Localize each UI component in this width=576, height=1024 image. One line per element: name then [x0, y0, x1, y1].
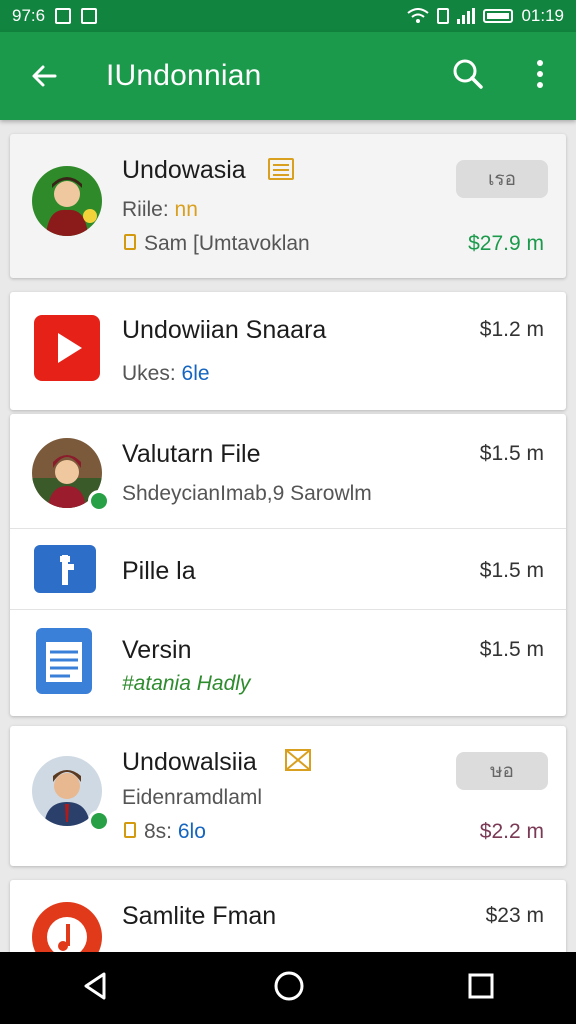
list-card[interactable]: Undowalsiia Eidenramdlaml 8s: 6lo ษอ $2.…: [10, 726, 566, 866]
status-time-right: 01:19: [521, 6, 564, 25]
action-pill-button[interactable]: ษอ: [456, 752, 548, 790]
status-time-left: 97:6: [12, 6, 46, 25]
item-subtitle: Ukes: 6le: [122, 362, 210, 386]
search-icon[interactable]: [448, 54, 488, 94]
back-arrow-icon[interactable]: [0, 32, 88, 120]
lock-icon: [124, 822, 136, 838]
item-price: $1.5 m: [479, 638, 544, 661]
item-subtitle-label: Riile:: [122, 198, 169, 221]
item-name: Undowasia: [122, 156, 246, 184]
item-subtitle-label: Ukes:: [122, 362, 176, 385]
item-detail-value: 6lo: [177, 820, 206, 843]
online-badge-icon: [88, 490, 110, 512]
photo-notification-icon: [81, 8, 98, 24]
document-tag-icon: [268, 158, 294, 180]
item-name: Samlite Fman: [122, 902, 277, 930]
list-item[interactable]: Pille la $1.5 m: [10, 529, 566, 609]
list-item[interactable]: Versin #atania Hadly $1.5 m: [10, 610, 566, 716]
system-navigation-bar: [0, 952, 576, 1024]
lock-icon: [124, 234, 136, 250]
item-detail-label: 8s:: [144, 820, 173, 843]
page-title: IUndonnian: [106, 59, 262, 92]
star-tag-icon: [284, 748, 312, 772]
item-subtitle: Eidenramdlaml: [122, 786, 263, 809]
nav-home-icon[interactable]: [272, 969, 306, 1008]
item-price: $1.2 m: [479, 318, 544, 341]
item-detail: 8s: 6lo: [144, 820, 206, 844]
item-subtitle-value: 6le: [181, 362, 210, 385]
wifi-icon: [407, 8, 430, 23]
item-name: Undowalsiia: [122, 748, 257, 776]
more-vert-icon[interactable]: [522, 54, 558, 94]
item-price: $1.5 m: [479, 442, 544, 465]
item-price: $27.9 m: [468, 232, 544, 255]
nav-back-icon[interactable]: [80, 970, 112, 1007]
nav-recents-icon[interactable]: [466, 971, 496, 1006]
item-detail: Sam [Umtavoklan: [144, 232, 310, 255]
item-name: Valutarn File: [122, 440, 261, 468]
list-card-group: Valutarn File ShdeycianImab,9 Sarowlm $1…: [10, 414, 566, 716]
item-subtitle: #atania Hadly: [122, 672, 251, 695]
item-subtitle: ShdeycianImab,9 Sarowlm: [122, 482, 372, 505]
signal-icon: [457, 8, 476, 24]
youtube-icon: [34, 315, 100, 381]
item-price: $23 m: [485, 904, 544, 927]
online-badge-icon: [88, 810, 110, 832]
app-bar: IUndonnian: [0, 32, 576, 120]
vibrate-icon: [437, 8, 450, 24]
item-name: Versin: [122, 636, 192, 664]
item-subtitle-value: nn: [174, 198, 198, 221]
item-price: $2.2 m: [479, 820, 544, 843]
list-card[interactable]: Undowasia Riile: nn Sam [Umtavoklan เรอ …: [10, 134, 566, 278]
battery-icon: [483, 9, 514, 23]
list-card[interactable]: Undowiian Snaara Ukes: 6le $1.2 m: [10, 292, 566, 410]
item-subtitle: Riile: nn: [122, 198, 198, 222]
image-notification-icon: [55, 8, 72, 24]
avatar: [32, 166, 102, 236]
item-price: $1.5 m: [479, 559, 544, 582]
list-item[interactable]: Valutarn File ShdeycianImab,9 Sarowlm $1…: [10, 414, 566, 528]
item-name: Pille la: [122, 557, 196, 585]
status-bar: 97:6 01:19: [0, 0, 576, 32]
facebook-icon: [34, 545, 96, 593]
action-pill-button[interactable]: เรอ: [456, 160, 548, 198]
document-icon: [36, 628, 92, 694]
item-name: Undowiian Snaara: [122, 316, 327, 344]
